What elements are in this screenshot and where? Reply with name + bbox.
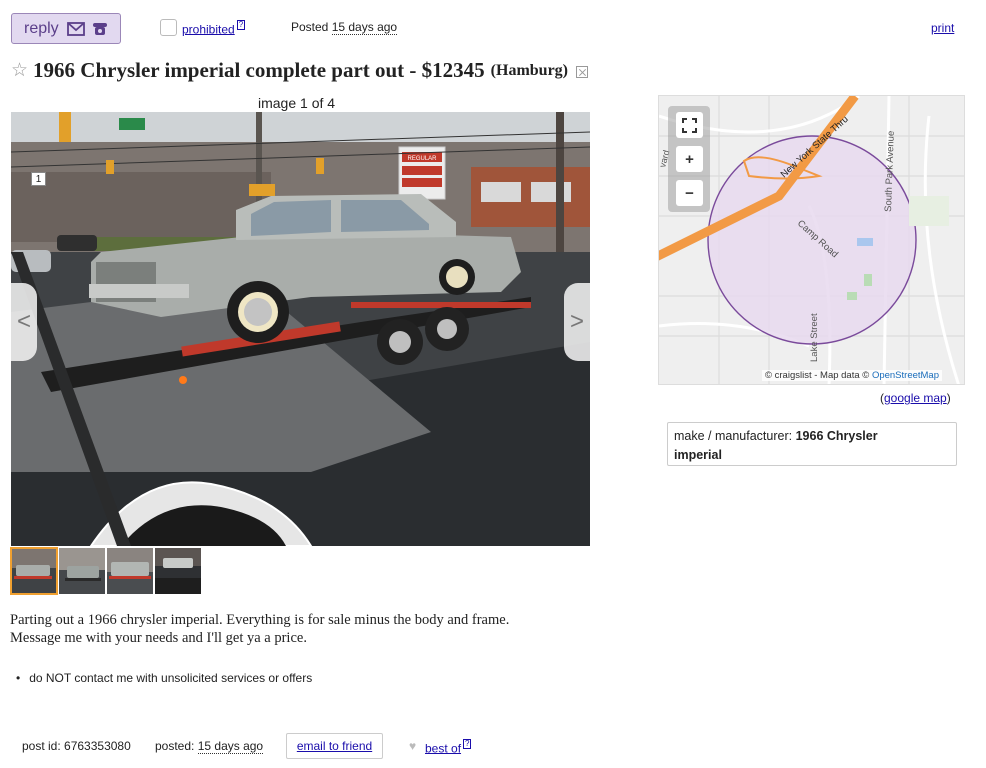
notice-item: do NOT contact me with unsolicited servi… bbox=[29, 671, 313, 685]
email-to-friend-button[interactable]: email to friend bbox=[286, 733, 383, 759]
email-to-friend-link[interactable]: email to friend bbox=[297, 739, 372, 753]
map-attribution-text: © craigslist - Map data © bbox=[765, 370, 870, 381]
reply-label: reply bbox=[24, 19, 59, 37]
fullscreen-glyph bbox=[682, 117, 697, 133]
map-road-label: Lake Street bbox=[809, 313, 820, 362]
prohibited-link[interactable]: prohibited bbox=[182, 22, 235, 36]
posted-prefix: Posted bbox=[291, 20, 329, 34]
image-index-badge: 1 bbox=[31, 172, 46, 186]
envelope-icon bbox=[66, 21, 85, 36]
previous-image-button[interactable]: < bbox=[11, 283, 37, 361]
posting-title: ☆ 1966 Chrysler imperial complete part o… bbox=[11, 58, 588, 83]
map-attribution: © craigslist - Map data © OpenStreetMap bbox=[762, 370, 943, 381]
google-map: (google map) bbox=[880, 391, 951, 405]
post-id: post id: 6763353080 bbox=[22, 739, 131, 753]
posted-date: Posted 15 days ago bbox=[291, 20, 398, 35]
posting-body: Parting out a 1966 chrysler imperial. Ev… bbox=[10, 611, 590, 647]
paren-close: ) bbox=[946, 391, 951, 405]
attribute-value-line: imperial bbox=[674, 448, 722, 462]
thumbnail[interactable] bbox=[10, 547, 58, 595]
attribute-value-line: 1966 Chrysler bbox=[795, 429, 878, 443]
zoom-out-button[interactable]: − bbox=[676, 180, 703, 206]
thumbnail-image bbox=[107, 548, 153, 594]
google-map-link[interactable]: google map bbox=[884, 391, 947, 405]
heart-icon: ♥ bbox=[409, 739, 417, 753]
footer-posted: posted: 15 days ago bbox=[155, 739, 264, 754]
attributes-box: make / manufacturer: 1966 Chrysler imper… bbox=[667, 422, 957, 466]
title-text: 1966 Chrysler imperial complete part out… bbox=[33, 58, 485, 82]
thumbnail-image bbox=[59, 548, 105, 594]
attribute-label: make / manufacturer: bbox=[674, 429, 793, 443]
description-line: Parting out a 1966 chrysler imperial. Ev… bbox=[10, 612, 510, 628]
favorite-star-icon[interactable]: ☆ bbox=[11, 59, 28, 82]
print-link[interactable]: print bbox=[931, 21, 954, 35]
reply-button[interactable]: reply bbox=[11, 13, 121, 44]
main-photo[interactable]: REGULAR bbox=[11, 112, 590, 546]
description-line: Message me with your needs and I'll get … bbox=[10, 630, 307, 646]
thumbnail-image bbox=[11, 548, 57, 594]
notices-list: • do NOT contact me with unsolicited ser… bbox=[16, 671, 312, 685]
thumbnail[interactable] bbox=[155, 548, 201, 594]
hide-posting-icon[interactable] bbox=[576, 65, 588, 78]
best-of-help-link[interactable]: ? bbox=[463, 739, 472, 749]
title-location: (Hamburg) bbox=[490, 61, 568, 79]
car-on-trailer-photo: REGULAR bbox=[11, 112, 590, 546]
thumbnail[interactable] bbox=[59, 548, 105, 594]
best-of: best of? bbox=[425, 739, 472, 757]
openstreetmap-link[interactable]: OpenStreetMap bbox=[872, 370, 939, 381]
thumbnail[interactable] bbox=[107, 548, 153, 594]
bullet-icon: • bbox=[16, 671, 21, 685]
image-counter: image 1 of 4 bbox=[258, 95, 336, 111]
prohibited-checkbox[interactable] bbox=[160, 19, 177, 36]
next-image-button[interactable]: > bbox=[564, 283, 590, 361]
prohibited-help-link[interactable]: ? bbox=[236, 20, 246, 30]
prohibited-flag: prohibited? bbox=[182, 20, 246, 38]
posted-time: 15 days ago bbox=[331, 20, 398, 35]
phone-icon bbox=[92, 22, 107, 35]
best-of-link[interactable]: best of bbox=[425, 741, 461, 755]
photo-sign-text: REGULAR bbox=[407, 156, 437, 162]
fullscreen-icon[interactable] bbox=[676, 112, 703, 138]
footer-posted-label: posted: bbox=[155, 739, 195, 753]
footer-posted-time: 15 days ago bbox=[197, 739, 264, 754]
thumbnail-image bbox=[155, 548, 201, 594]
zoom-in-button[interactable]: + bbox=[676, 146, 703, 172]
